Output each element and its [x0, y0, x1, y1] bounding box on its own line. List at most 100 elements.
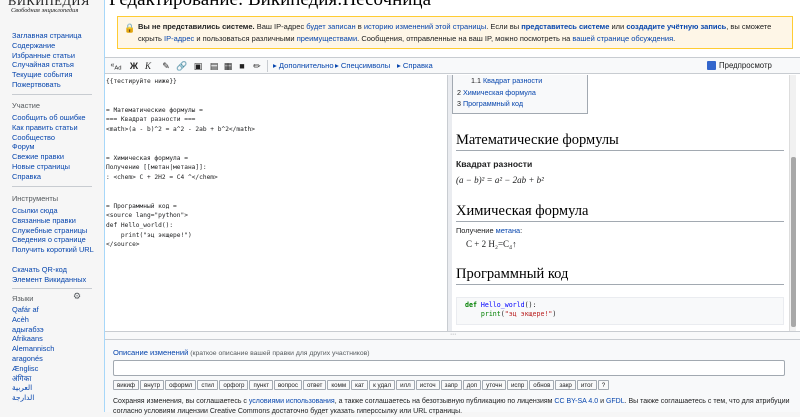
- sidebar-link[interactable]: Новые страницы: [12, 162, 102, 172]
- summary-chip[interactable]: ответ: [302, 380, 327, 390]
- language-link[interactable]: Afrikaans: [12, 334, 102, 344]
- create-account-link[interactable]: создадите учётную запись: [626, 22, 726, 31]
- toc-link[interactable]: Программный код: [463, 99, 523, 108]
- talk-page-link[interactable]: вашей странице обсуждения: [572, 34, 673, 43]
- summary-chip[interactable]: испр: [506, 380, 529, 390]
- sidebar-link[interactable]: Избранные статьи: [12, 51, 102, 61]
- toc-number: 2: [457, 87, 461, 97]
- license-text: и: [598, 398, 606, 405]
- resize-handle[interactable]: ⋯: [105, 331, 800, 340]
- sidebar-link[interactable]: Получить короткий URL: [12, 245, 102, 265]
- italic-icon[interactable]: К: [141, 58, 155, 74]
- sidebar-link[interactable]: Сообщество: [12, 133, 102, 143]
- sidebar-link[interactable]: Свежие правки: [12, 152, 102, 162]
- warning-link[interactable]: преимуществами: [297, 34, 357, 43]
- code-punct: ():: [524, 301, 537, 309]
- summary-chip[interactable]: кат: [351, 380, 369, 390]
- page-title: Редактирование: Википедия:Песочница: [109, 0, 431, 11]
- advanced-tab[interactable]: ▸ Дополнительно: [273, 58, 334, 74]
- sidebar-link[interactable]: Случайная статья: [12, 60, 102, 70]
- summary-chip[interactable]: итог: [576, 380, 597, 390]
- sidebar-link[interactable]: Связанные правки: [12, 216, 102, 226]
- summary-chip[interactable]: орфогр: [219, 380, 249, 390]
- toc-number: 1.1: [471, 76, 481, 85]
- sidebar-link[interactable]: Содержание: [12, 41, 102, 51]
- sidebar-link[interactable]: Заглавная страница: [12, 31, 102, 41]
- scroll-thumb[interactable]: [791, 157, 796, 327]
- warning-link[interactable]: будет записан: [306, 22, 355, 31]
- sidebar-link[interactable]: Ссылки сюда: [12, 206, 102, 216]
- warning-link[interactable]: IP-адрес: [164, 34, 194, 43]
- summary-chip[interactable]: закр: [555, 380, 576, 390]
- gear-icon[interactable]: ⚙: [73, 292, 82, 301]
- summary-chip[interactable]: источ: [415, 380, 440, 390]
- methane-link[interactable]: метана: [496, 226, 521, 235]
- collapse-icon[interactable]: «Ad: [109, 58, 123, 74]
- sidebar-link[interactable]: Пожертвовать: [12, 80, 102, 90]
- language-link[interactable]: Acèh: [12, 315, 102, 325]
- summary-chip[interactable]: внутр: [140, 380, 165, 390]
- sidebar-link[interactable]: Скачать QR-код: [12, 265, 102, 275]
- wikitext-editor[interactable]: {{тестируйте ниже}} = Математические фор…: [105, 75, 447, 331]
- preview-button[interactable]: Предпросмотр: [719, 58, 772, 74]
- summary-chip[interactable]: стил: [197, 380, 219, 390]
- warning-text: в: [355, 22, 364, 31]
- summary-chip[interactable]: к удал: [369, 380, 396, 390]
- pencil-icon[interactable]: ✏: [250, 58, 264, 74]
- code-string: "эц экщере!": [504, 309, 553, 318]
- bold-icon[interactable]: Ж: [127, 58, 141, 74]
- summary-link[interactable]: Описание изменений: [113, 348, 188, 357]
- chem-colon: :: [520, 226, 523, 235]
- sidebar-link[interactable]: Как править статьи: [12, 123, 102, 133]
- toc-item[interactable]: 2 Химическая формула: [457, 87, 587, 99]
- warning-link[interactable]: историю изменений этой страницы: [364, 22, 486, 31]
- summary-chip[interactable]: илл: [396, 380, 415, 390]
- help-tab[interactable]: ▸ Справка: [397, 58, 433, 74]
- summary-chip[interactable]: ?: [597, 380, 610, 390]
- summary-chip[interactable]: пункт: [249, 380, 273, 390]
- language-link[interactable]: Alemannisch: [12, 344, 102, 354]
- link-icon[interactable]: 🔗: [175, 58, 189, 74]
- language-link[interactable]: aragonés: [12, 354, 102, 364]
- summary-chip[interactable]: запр: [440, 380, 462, 390]
- language-link[interactable]: адыгабзэ: [12, 325, 102, 335]
- file-icon[interactable]: ▤: [207, 58, 221, 74]
- preview-scrollbar[interactable]: [789, 75, 796, 331]
- summary-input[interactable]: [113, 360, 785, 376]
- gfdl-link[interactable]: GFDL: [606, 398, 625, 405]
- editor-text[interactable]: {{тестируйте ниже}} = Математические фор…: [106, 77, 447, 250]
- reference-icon[interactable]: ▦: [221, 58, 235, 74]
- signature-icon[interactable]: ✎: [159, 58, 173, 74]
- toc-item[interactable]: 3 Программный код: [457, 98, 587, 110]
- sidebar-link[interactable]: Форум: [12, 142, 102, 152]
- sidebar-link[interactable]: Текущие события: [12, 70, 102, 80]
- language-link[interactable]: अंगिका: [12, 374, 102, 384]
- sidebar-link[interactable]: Служебные страницы: [12, 226, 102, 236]
- summary-chip[interactable]: оформл: [165, 380, 197, 390]
- summary-hint: (краткое описание вашей правки для други…: [188, 350, 370, 357]
- summary-chip[interactable]: доп: [462, 380, 482, 390]
- toc-link[interactable]: Химическая формула: [463, 88, 536, 97]
- language-link[interactable]: الدارجة: [12, 393, 102, 403]
- toc-link[interactable]: Квадрат разности: [483, 76, 542, 85]
- summary-chip[interactable]: вопрос: [273, 380, 302, 390]
- summary-chip[interactable]: викиф: [113, 380, 139, 390]
- summary-chip[interactable]: обнов: [529, 380, 555, 390]
- terms-link[interactable]: условиями использования: [249, 398, 335, 405]
- sidebar-link[interactable]: Сообщить об ошибке: [12, 113, 102, 123]
- sidebar-link[interactable]: Справка: [12, 172, 102, 182]
- sidebar-link[interactable]: Сведения о странице: [12, 235, 102, 245]
- summary-chip[interactable]: комм: [327, 380, 351, 390]
- toc-item[interactable]: 1.1 Квадрат разности: [457, 75, 587, 87]
- cc-link[interactable]: CC BY-SA 4.0: [554, 398, 598, 405]
- language-link[interactable]: العربية: [12, 383, 102, 393]
- sidebar-link[interactable]: Элемент Викиданных: [12, 275, 102, 285]
- save-template-icon[interactable]: ■: [235, 58, 249, 74]
- language-link[interactable]: Qafár af: [12, 305, 102, 315]
- login-link[interactable]: представитесь системе: [521, 22, 609, 31]
- summary-chip[interactable]: уточн: [482, 380, 506, 390]
- license-text: , а также соглашаетесь на безотзывную пу…: [334, 398, 555, 405]
- special-chars-tab[interactable]: ▸ Спецсимволы: [335, 58, 390, 74]
- image-icon[interactable]: ▣: [191, 58, 205, 74]
- language-link[interactable]: Ænglisc: [12, 364, 102, 374]
